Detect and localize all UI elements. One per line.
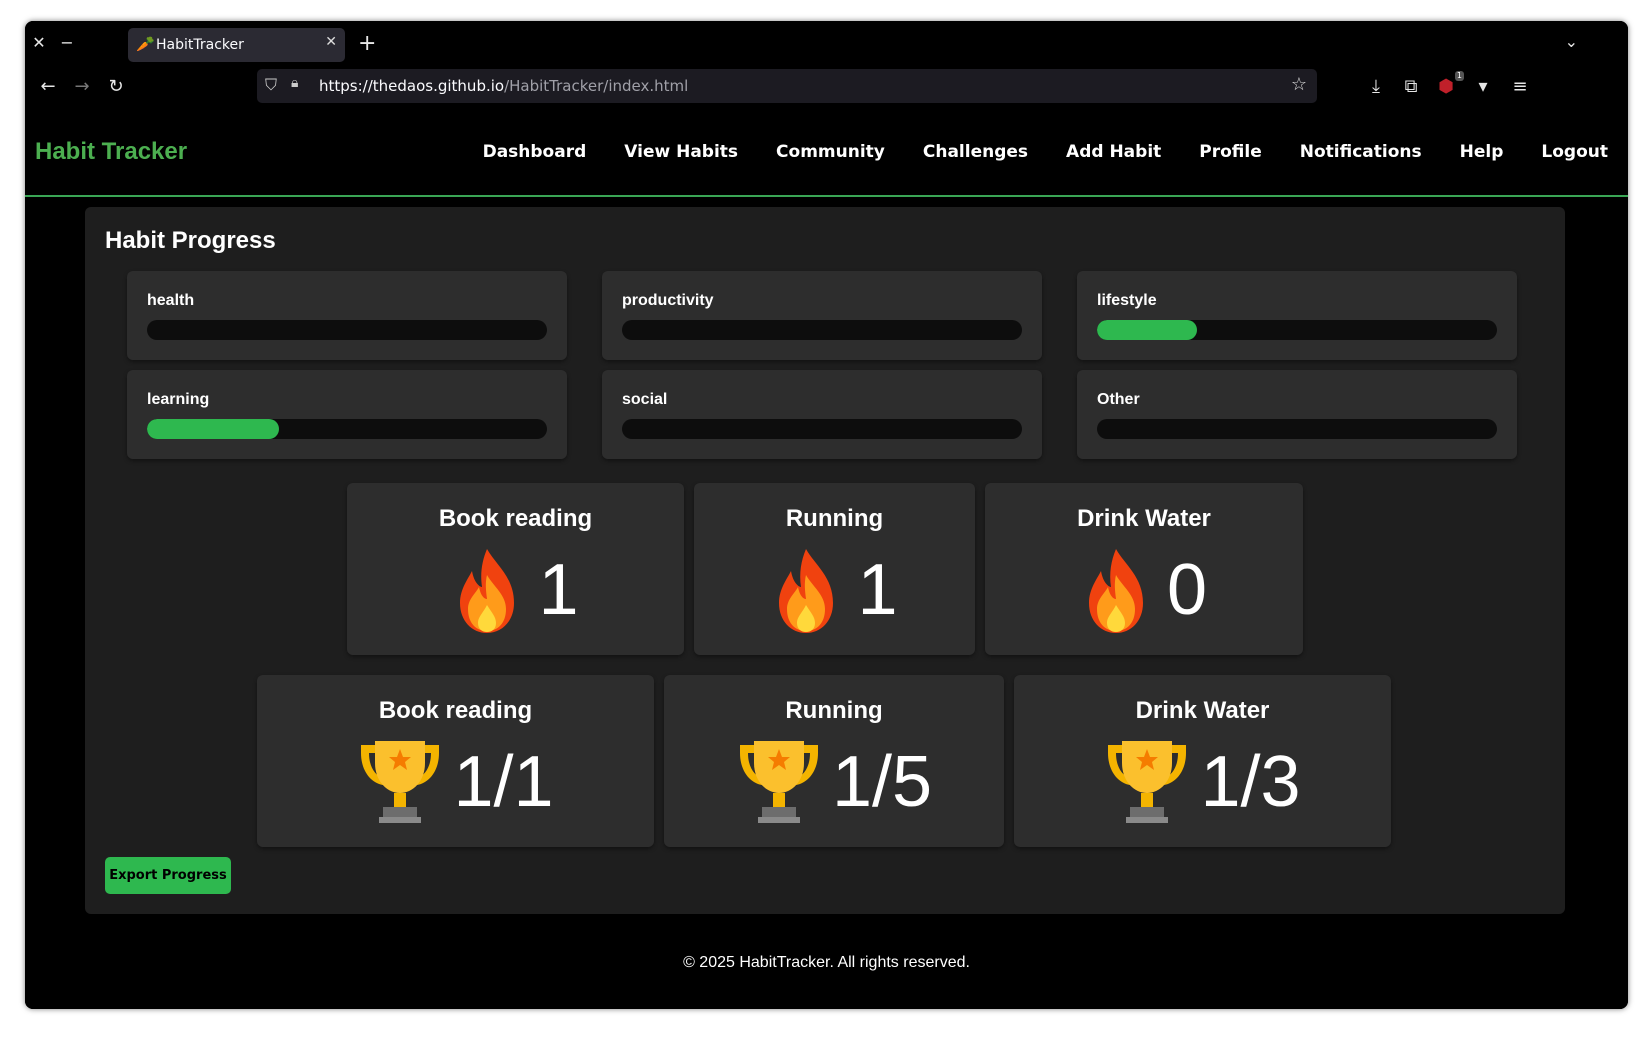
streak-count: 1 <box>538 550 579 630</box>
progress-fill <box>1097 320 1197 340</box>
habit-progress-panel: Habit Progress health productivity lifes… <box>85 207 1565 914</box>
progress-bar <box>622 419 1022 439</box>
reload-icon[interactable]: ↻ <box>102 73 130 101</box>
nav-logout[interactable]: Logout <box>1541 142 1608 162</box>
streak-card: Drink Water 0 <box>985 483 1303 655</box>
streak-habit-name: Book reading <box>438 505 593 532</box>
progress-bar <box>622 320 1022 340</box>
category-card: Other <box>1077 370 1517 459</box>
streak-card: Running 1 <box>694 483 975 655</box>
lock-icon[interactable]: 🔒︎ <box>291 75 298 91</box>
brand-logo[interactable]: Habit Tracker <box>35 138 187 166</box>
nav-notifications[interactable]: Notifications <box>1300 142 1422 162</box>
fire-icon <box>779 549 834 633</box>
trophy-icon <box>1108 741 1187 823</box>
address-bar[interactable]: ⛉ 🔒︎ https://thedaos.github.io/HabitTrac… <box>257 69 1317 103</box>
carrot-icon: 🥕 <box>136 35 155 53</box>
progress-bar <box>147 320 547 340</box>
shield-icon[interactable]: ⛉ <box>265 75 277 95</box>
goal-card: Running 1/5 <box>664 675 1004 847</box>
new-tab-icon[interactable]: + <box>358 31 376 56</box>
page-content: Habit Tracker Dashboard View Habits Comm… <box>25 109 1628 1009</box>
goal-card: Book reading 1/1 <box>257 675 654 847</box>
category-label: productivity <box>622 292 714 309</box>
fire-icon <box>1088 549 1143 633</box>
menu-icon[interactable]: ≡ <box>1506 73 1534 101</box>
streak-count: 1 <box>857 550 898 630</box>
tab-strip: ✕ − 🥕 HabitTracker ✕ + ⌄ <box>25 21 1628 67</box>
extensions-icon[interactable]: ⧉ <box>1397 73 1425 101</box>
download-icon[interactable]: ⤓ <box>1362 73 1390 101</box>
close-tab-icon[interactable]: ✕ <box>325 34 337 50</box>
export-progress-button[interactable]: Export Progress <box>105 857 231 894</box>
category-label: social <box>622 391 668 408</box>
trophy-icon <box>739 741 818 823</box>
category-card: social <box>602 370 1042 459</box>
progress-bar <box>1097 419 1497 439</box>
nav-community[interactable]: Community <box>776 142 885 162</box>
category-card: productivity <box>602 271 1042 360</box>
progress-bar <box>1097 320 1497 340</box>
footer-text: © 2025 HabitTracker. All rights reserved… <box>683 954 970 971</box>
url-path: /HabitTracker/index.html <box>504 77 689 95</box>
nav-challenges[interactable]: Challenges <box>923 142 1028 162</box>
category-label: Other <box>1097 391 1140 408</box>
category-card: health <box>127 271 567 360</box>
nav-add-habit[interactable]: Add Habit <box>1066 142 1161 162</box>
app-header: Habit Tracker Dashboard View Habits Comm… <box>25 109 1628 197</box>
fire-icon <box>460 549 515 633</box>
url-host: https://thedaos.github.io <box>319 77 505 95</box>
goal-habit-name: Running <box>785 697 883 724</box>
nav-help[interactable]: Help <box>1460 142 1504 162</box>
ublock-icon[interactable]: ⬢ 1 <box>1432 71 1464 101</box>
chevron-down-icon[interactable]: ⌄ <box>1565 32 1578 51</box>
close-window-icon[interactable]: ✕ <box>28 32 50 54</box>
streak-habit-name: Running <box>785 505 884 532</box>
main-nav: Dashboard View Habits Community Challeng… <box>483 142 1608 162</box>
goal-progress: 1/3 <box>1200 742 1301 822</box>
goal-habit-name: Drink Water <box>1135 697 1270 724</box>
progress-bar <box>147 419 547 439</box>
extension-badge: 1 <box>1454 71 1464 81</box>
browser-window: ✕ − 🥕 HabitTracker ✕ + ⌄ ← → ↻ ⛉ 🔒︎ http… <box>25 21 1628 1009</box>
minimize-window-icon[interactable]: − <box>56 32 78 54</box>
progress-fill <box>147 419 279 439</box>
extension-icon[interactable]: ▾ <box>1469 73 1497 101</box>
panel-title: Habit Progress <box>105 227 276 254</box>
back-icon[interactable]: ← <box>34 73 62 101</box>
category-label: learning <box>147 391 210 408</box>
goal-habit-name: Book reading <box>378 697 533 724</box>
nav-view-habits[interactable]: View Habits <box>624 142 738 162</box>
bookmark-star-icon[interactable]: ☆ <box>1291 74 1307 95</box>
nav-dashboard[interactable]: Dashboard <box>483 142 587 162</box>
trophy-icon <box>361 741 440 823</box>
streak-card: Book reading 1 <box>347 483 684 655</box>
navigation-toolbar: ← → ↻ ⛉ 🔒︎ https://thedaos.github.io/Hab… <box>25 67 1628 109</box>
category-card: lifestyle <box>1077 271 1517 360</box>
goal-card: Drink Water 1/3 <box>1014 675 1391 847</box>
streak-habit-name: Drink Water <box>1077 505 1211 532</box>
url-text[interactable]: https://thedaos.github.io/HabitTracker/i… <box>319 77 688 95</box>
nav-profile[interactable]: Profile <box>1199 142 1261 162</box>
goal-progress: 1/1 <box>453 742 554 822</box>
forward-icon[interactable]: → <box>68 73 96 101</box>
streak-count: 0 <box>1166 550 1208 630</box>
category-card: learning <box>127 370 567 459</box>
tab-title: HabitTracker <box>156 37 244 53</box>
category-label: health <box>147 292 195 309</box>
goal-progress: 1/5 <box>831 742 933 822</box>
tab-habittracker[interactable]: 🥕 HabitTracker ✕ <box>128 28 345 62</box>
category-label: lifestyle <box>1097 292 1157 309</box>
